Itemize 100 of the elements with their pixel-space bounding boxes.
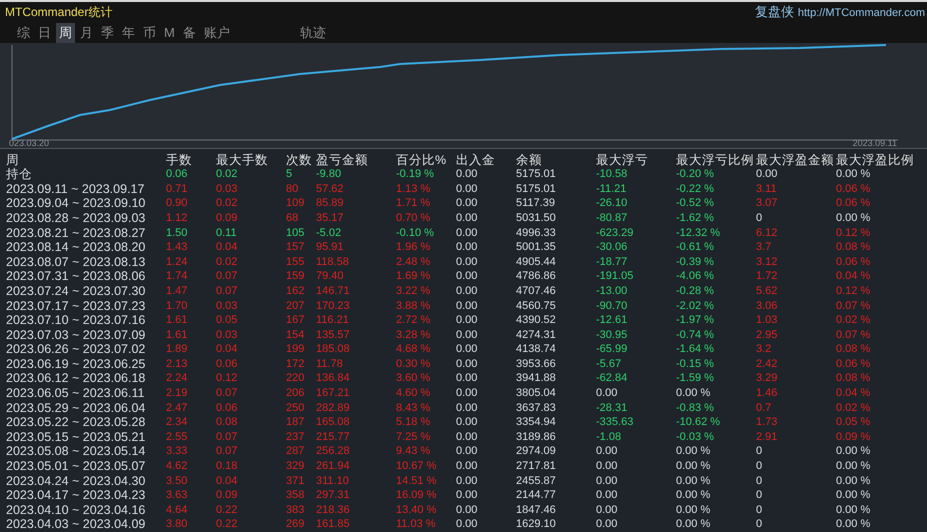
table-cell-text: 0.00 % xyxy=(836,167,872,182)
table-cell-text: 0.71 xyxy=(166,182,188,196)
table-cell-text: 2.72 % xyxy=(396,313,432,328)
table-cell-text: -26.10 xyxy=(596,196,628,211)
tab[interactable]: 账户 xyxy=(200,22,233,43)
table-cell-text: 0.05 % xyxy=(836,415,872,430)
table-cell-text: 0.12 % xyxy=(836,284,872,298)
table-cell-text: 1.70 xyxy=(166,298,188,314)
table-cell-text: 0.00 % xyxy=(836,210,872,226)
table-cell-text: 0.00 xyxy=(456,444,478,460)
table-cell-text: 11.78 xyxy=(316,356,344,372)
table-cell-text: 0.12 xyxy=(216,371,238,386)
row-label: 2023.07.17 ~ 2023.07.23 xyxy=(6,298,146,314)
row-label: 2023.08.07 ~ 2023.08.13 xyxy=(6,254,146,270)
table-cell-text: 9.43 % xyxy=(396,444,432,460)
table-cell-text: 0.00 % xyxy=(676,502,712,518)
table-cell-text: 2717.81 xyxy=(516,459,557,474)
table-cell-text: 2974.09 xyxy=(516,444,557,460)
website-link[interactable]: http://MTCommander.com xyxy=(798,7,925,20)
table-cell-text: 1.46 xyxy=(756,386,778,401)
table-cell-text: 1.61 xyxy=(166,328,188,342)
table-cell-text: 371 xyxy=(286,474,306,488)
column-header: 最大手数 xyxy=(216,152,269,168)
table-cell-text: 157 xyxy=(286,240,306,255)
table-cell-text: 0.00 xyxy=(456,254,478,270)
table-cell-text: 0.08 xyxy=(216,415,238,430)
table-cell-text: 0.04 % xyxy=(836,269,872,284)
table-cell-text: 311.10 xyxy=(316,474,350,488)
table-cell-text: 0.00 xyxy=(596,444,618,460)
row-label: 2023.09.11 ~ 2023.09.17 xyxy=(6,182,146,196)
row-label: 2023.08.21 ~ 2023.08.27 xyxy=(6,226,146,240)
table-cell-text: 0.00 xyxy=(456,313,478,328)
table-cell-text: 0.11 xyxy=(216,226,238,240)
table-cell-text: 0.07 % xyxy=(836,298,872,314)
row-label: 2023.07.10 ~ 2023.07.16 xyxy=(6,313,146,328)
table-cell-text: 0.00 xyxy=(596,474,618,488)
column-header: 百分比% xyxy=(396,152,448,168)
table-cell-text: 0.04 xyxy=(216,240,238,255)
table-cell-text: 0.04 xyxy=(216,342,238,357)
tab[interactable]: 币 xyxy=(140,22,159,43)
table-cell-text: 215.77 xyxy=(316,430,351,444)
table-cell-text: 8.43 % xyxy=(396,400,432,416)
table-cell-text: -1.97 % xyxy=(676,313,715,328)
table-cell-text: 5175.01 xyxy=(516,182,557,196)
table-cell-text: 0.00 xyxy=(596,517,618,532)
table-cell-text: -191.05 xyxy=(596,269,634,284)
table-cell-text: 0.02 xyxy=(216,167,238,182)
tab[interactable]: 综 xyxy=(14,22,33,43)
tab[interactable]: 年 xyxy=(119,22,138,43)
table-cell-text: -1.59 % xyxy=(676,371,715,386)
table-cell-text: 3.11 xyxy=(756,182,778,196)
table-cell-text: 5.62 xyxy=(756,284,778,298)
row-label: 2023.08.28 ~ 2023.09.03 xyxy=(6,210,146,226)
table-cell-text: 0.07 xyxy=(216,444,238,460)
table-cell-text: 7.25 % xyxy=(396,430,432,444)
table-cell-text: 167.21 xyxy=(316,386,351,401)
tab[interactable]: 备 xyxy=(180,22,199,43)
table-cell-text: 199 xyxy=(286,342,306,357)
table-cell-text: 0.07 % xyxy=(836,328,872,342)
table-cell-text: 2.13 xyxy=(166,356,188,372)
table-cell-text: 109 xyxy=(286,196,306,211)
table-cell-text: 0.7 xyxy=(756,400,772,416)
table-cell-text: 4274.31 xyxy=(516,328,557,342)
tab[interactable]: 轨迹 xyxy=(296,22,329,43)
tab[interactable]: 周 xyxy=(56,22,75,43)
tab[interactable]: 日 xyxy=(35,22,54,43)
row-label: 2023.07.31 ~ 2023.08.06 xyxy=(6,269,146,284)
table-cell-text: 0.00 xyxy=(456,182,478,196)
table-cell-text: 0.00 xyxy=(456,371,478,386)
table-cell-text: 3189.86 xyxy=(516,430,557,444)
tab[interactable]: M xyxy=(161,24,178,42)
table-cell-text: 0.03 xyxy=(216,328,238,342)
table-cell-text: 0.00 % xyxy=(676,386,712,401)
table-cell-text: 136.84 xyxy=(316,371,351,386)
table-cell-text: -0.61 % xyxy=(676,240,715,255)
table-cell-text: 3.06 xyxy=(756,298,778,314)
table-cell-text: 0.00 xyxy=(456,415,478,430)
table-cell-text: 0.00 xyxy=(456,240,478,255)
tab[interactable]: 季 xyxy=(98,22,117,43)
table-cell-text: -623.29 xyxy=(596,226,634,240)
table-cell-text: 0.06 % xyxy=(836,254,872,270)
tab[interactable]: 月 xyxy=(77,22,96,43)
table-cell-text: 3805.04 xyxy=(516,386,557,401)
table-cell-text: 0.00 xyxy=(456,226,478,240)
table-cell-text: 3354.94 xyxy=(516,415,557,430)
table-cell-text: 0.02 % xyxy=(836,400,872,416)
column-header: 手数 xyxy=(166,152,193,168)
row-label: 2023.06.19 ~ 2023.06.25 xyxy=(6,356,146,372)
table-cell-text: 1.89 xyxy=(166,342,188,357)
table-cell-text: 0.02 xyxy=(216,254,238,270)
table-cell-text: 0.00 % xyxy=(676,488,712,503)
table-cell-text: 0.00 xyxy=(456,196,478,211)
table-cell-text: 0.08 % xyxy=(836,342,872,357)
table-cell-text: 4.60 % xyxy=(396,386,432,401)
table-cell-text: -0.15 % xyxy=(676,356,715,372)
table-cell-text: 4390.52 xyxy=(516,313,557,328)
row-label: 2023.05.29 ~ 2023.06.04 xyxy=(6,400,146,416)
table-cell-text: -0.10 % xyxy=(396,226,435,240)
table-cell-text: 185.08 xyxy=(316,342,351,357)
table-cell-text: -5.67 xyxy=(596,356,622,372)
